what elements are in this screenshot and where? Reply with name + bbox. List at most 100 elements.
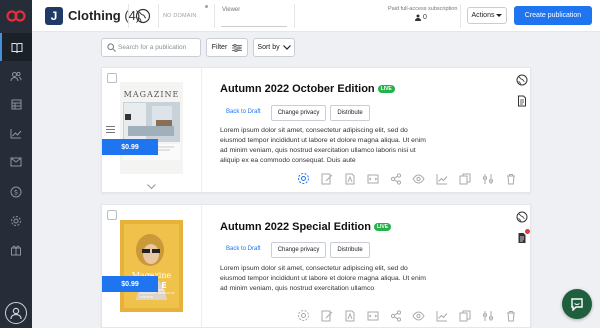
globe-icon[interactable] bbox=[516, 73, 528, 86]
person-icon bbox=[415, 14, 421, 21]
trash-icon[interactable] bbox=[504, 172, 517, 185]
edit-document-icon[interactable] bbox=[320, 172, 333, 185]
drag-handle-icon[interactable] bbox=[106, 126, 115, 133]
description-fade bbox=[220, 162, 430, 170]
document-icon[interactable] bbox=[516, 94, 528, 107]
publisher-logo: J bbox=[45, 7, 63, 25]
book-icon bbox=[11, 42, 23, 53]
sidebar-item-users[interactable] bbox=[0, 62, 32, 90]
preview-eye-icon[interactable] bbox=[412, 172, 425, 185]
user-avatar-icon bbox=[10, 307, 22, 320]
divider bbox=[128, 4, 129, 28]
paid-subscription-count: 0 bbox=[415, 14, 427, 21]
filter-button[interactable]: Filter bbox=[206, 38, 248, 57]
paid-subscription-label: Paid full-access subscription bbox=[388, 6, 458, 12]
globe-icon[interactable] bbox=[135, 8, 151, 24]
chevron-down-icon[interactable] bbox=[147, 184, 156, 190]
divider bbox=[460, 4, 461, 28]
domain-status[interactable]: NO DOMAIN bbox=[163, 13, 197, 19]
change-privacy-button[interactable]: Change privacy bbox=[270, 242, 327, 258]
embed-code-icon[interactable] bbox=[366, 172, 379, 185]
description-fade bbox=[220, 296, 430, 304]
tools-icon[interactable] bbox=[481, 172, 494, 185]
chevron-down-icon bbox=[282, 45, 291, 50]
chat-icon bbox=[571, 298, 583, 311]
filter-label: Filter bbox=[211, 44, 228, 51]
sidebar-item-content[interactable] bbox=[0, 90, 32, 118]
distribute-button[interactable]: Distribute bbox=[330, 105, 370, 121]
search-box bbox=[101, 38, 201, 57]
publication-actions: Back to Draft Change privacy Distribute bbox=[220, 242, 370, 258]
price-tag[interactable]: $0.99 bbox=[102, 139, 158, 155]
share-icon[interactable] bbox=[389, 309, 402, 322]
select-checkbox[interactable] bbox=[107, 73, 117, 83]
duplicate-icon[interactable] bbox=[458, 172, 471, 185]
publication-title[interactable]: Autumn 2022 October Edition LIVE bbox=[220, 83, 395, 95]
status-badge: LIVE bbox=[377, 85, 395, 93]
price-tag[interactable]: $0.99 bbox=[102, 276, 158, 292]
publication-card: Magazine L E PERFECT MODEL EXCLUSIVE TRE… bbox=[101, 204, 531, 328]
edit-title-icon[interactable] bbox=[343, 172, 356, 185]
viewer-select[interactable] bbox=[221, 15, 287, 27]
publication-actions: Back to Draft Change privacy Distribute bbox=[220, 105, 370, 121]
gift-icon bbox=[11, 245, 21, 256]
sidebar-item-messages[interactable] bbox=[0, 148, 32, 176]
sidebar-item-revenue[interactable]: $ bbox=[0, 178, 32, 206]
back-to-draft-button[interactable]: Back to Draft bbox=[220, 242, 267, 258]
change-privacy-button[interactable]: Change privacy bbox=[270, 105, 327, 121]
publication-title[interactable]: Autumn 2022 Special Edition LIVE bbox=[220, 221, 392, 233]
magazine-cover-image: MAGAZINE bbox=[120, 82, 183, 174]
publication-cover-panel: Magazine L E PERFECT MODEL EXCLUSIVE TRE… bbox=[102, 205, 202, 327]
share-icon[interactable] bbox=[389, 172, 402, 185]
tools-icon[interactable] bbox=[481, 309, 494, 322]
cover-thumbnail[interactable]: Magazine L E PERFECT MODEL EXCLUSIVE TRE… bbox=[120, 220, 183, 312]
search-icon bbox=[107, 43, 116, 52]
settings-gear-icon[interactable] bbox=[297, 172, 310, 185]
divider bbox=[158, 4, 159, 28]
user-avatar[interactable] bbox=[5, 302, 27, 324]
sidebar-item-gifts[interactable] bbox=[0, 236, 32, 264]
publication-card: MAGAZINE $0.99 Autumn 2022 October Editi… bbox=[101, 67, 531, 193]
brand-logo-icon[interactable] bbox=[6, 9, 26, 23]
users-icon bbox=[10, 71, 22, 81]
back-to-draft-button[interactable]: Back to Draft bbox=[220, 105, 267, 121]
table-icon bbox=[11, 99, 21, 109]
actions-label: Actions bbox=[471, 12, 495, 19]
document-alert-icon[interactable] bbox=[516, 229, 530, 243]
select-checkbox[interactable] bbox=[107, 210, 117, 220]
sidebar-item-publications[interactable] bbox=[0, 33, 32, 61]
chat-widget-button[interactable] bbox=[562, 289, 592, 319]
settings-gear-icon[interactable] bbox=[297, 309, 310, 322]
analytics-chart-icon[interactable] bbox=[435, 172, 448, 185]
globe-icon[interactable] bbox=[516, 210, 528, 223]
paid-count-value: 0 bbox=[423, 14, 427, 21]
actions-dropdown-button[interactable]: Actions bbox=[467, 7, 507, 24]
domain-indicator-icon bbox=[205, 5, 208, 8]
duplicate-icon[interactable] bbox=[458, 309, 471, 322]
cover-title: MAGAZINE bbox=[124, 90, 180, 99]
analytics-chart-icon bbox=[10, 128, 22, 138]
publication-side-icons bbox=[516, 210, 530, 252]
embed-code-icon[interactable] bbox=[366, 309, 379, 322]
sidebar-item-analytics[interactable] bbox=[0, 119, 32, 147]
publication-toolbar bbox=[297, 309, 517, 322]
edit-title-icon[interactable] bbox=[343, 309, 356, 322]
trash-icon[interactable] bbox=[504, 309, 517, 322]
preview-eye-icon[interactable] bbox=[412, 309, 425, 322]
left-nav-rail: $ bbox=[0, 0, 32, 328]
distribute-button[interactable]: Distribute bbox=[330, 242, 370, 258]
sort-label: Sort by bbox=[257, 44, 280, 51]
edit-document-icon[interactable] bbox=[320, 309, 333, 322]
divider bbox=[294, 4, 295, 28]
sliders-icon bbox=[232, 43, 243, 52]
publication-toolbar bbox=[297, 172, 517, 185]
cover-thumbnail[interactable]: MAGAZINE bbox=[120, 82, 183, 174]
search-input[interactable] bbox=[118, 41, 198, 54]
publisher-title[interactable]: Clothing (4) bbox=[68, 8, 140, 23]
analytics-chart-icon[interactable] bbox=[435, 309, 448, 322]
create-publication-button[interactable]: Create publication bbox=[514, 6, 592, 25]
svg-text:$: $ bbox=[14, 189, 18, 197]
sidebar-item-settings[interactable] bbox=[0, 207, 32, 235]
sort-by-dropdown[interactable]: Sort by bbox=[253, 38, 295, 57]
dollar-icon: $ bbox=[10, 186, 22, 198]
